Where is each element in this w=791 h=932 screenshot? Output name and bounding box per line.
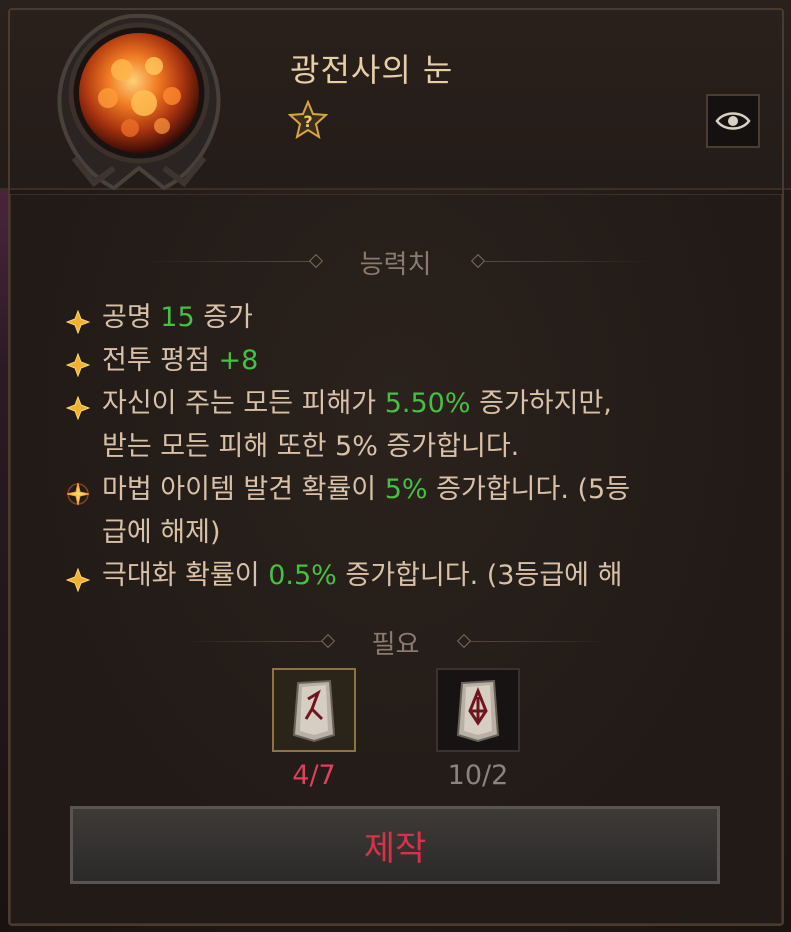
stats-list: 공명 15 증가 전투 평점 +8 자신이 주는 모든 피해가 5.50% 증가하지… <box>65 296 746 597</box>
rune-stone-icon <box>448 675 508 749</box>
stat-line: 극대화 확률이 0.5% 증가합니다. (3등급에 해 <box>65 554 746 597</box>
stat-line: 마법 아이템 발견 확률이 5% 증가합니다. (5등 <box>66 468 746 511</box>
stat-line: 공명 15 증가 <box>65 296 746 339</box>
rune-count: 4/7 <box>292 760 336 791</box>
stat-text: 전투 평점 <box>102 345 219 376</box>
craft-button-label: 제작 <box>363 828 427 869</box>
gold-diamond-bullet-icon <box>65 304 91 335</box>
gold-diamond-bullet-icon <box>65 347 91 378</box>
stat-text: 급에 해제) <box>102 517 221 548</box>
stat-text: 증가 <box>194 302 253 333</box>
gold-diamond-bullet-icon <box>65 390 91 421</box>
stat-text: 공명 <box>102 302 161 333</box>
rune-slot[interactable] <box>436 668 520 752</box>
requirements-heading: 필요 <box>371 630 420 660</box>
stat-value: 0.5% <box>268 560 337 591</box>
sparkle-bullet-icon <box>66 476 90 506</box>
stat-text: 자신이 주는 모든 피해가 <box>102 388 385 419</box>
stat-text: 마법 아이템 발견 확률이 <box>102 474 385 505</box>
stat-line: 받는 모든 피해 또한 5% 증가합니다. <box>66 425 746 468</box>
stat-line: 급에 해제) <box>66 511 746 554</box>
svg-text:?: ? <box>303 112 312 131</box>
stat-value: 15 <box>160 302 195 333</box>
stat-line: 자신이 주는 모든 피해가 5.50% 증가하지만, <box>65 382 746 425</box>
stat-value: 5.50% <box>384 388 471 419</box>
divider-right <box>484 261 652 262</box>
stat-value: 5% <box>384 474 428 505</box>
stat-text: 받는 모든 피해 또한 5% 증가합니다. <box>102 431 520 462</box>
rank-unknown-star-icon: ? <box>287 99 329 140</box>
stat-text: 극대화 확률이 <box>102 560 269 591</box>
item-orb-icon <box>34 8 244 198</box>
eye-icon <box>715 112 751 130</box>
stat-text: 증가합니다. (5등 <box>427 474 631 505</box>
stats-heading: 능력치 <box>359 250 432 280</box>
gold-diamond-bullet-icon <box>65 562 91 593</box>
rune-stone-icon <box>284 675 344 749</box>
stat-text: 증가합니다. (3등급에 해 <box>336 560 623 591</box>
rune-count: 10/2 <box>447 760 509 791</box>
stat-value: +8 <box>218 345 259 376</box>
stat-text: 증가하지만, <box>470 388 612 419</box>
craft-button[interactable]: 제작 <box>70 806 720 884</box>
divider-right <box>470 641 610 642</box>
stat-line: 전투 평점 +8 <box>65 339 746 382</box>
rune-slot[interactable] <box>272 668 356 752</box>
item-title: 광전사의 눈 <box>290 51 454 89</box>
inspect-button[interactable] <box>706 94 760 148</box>
